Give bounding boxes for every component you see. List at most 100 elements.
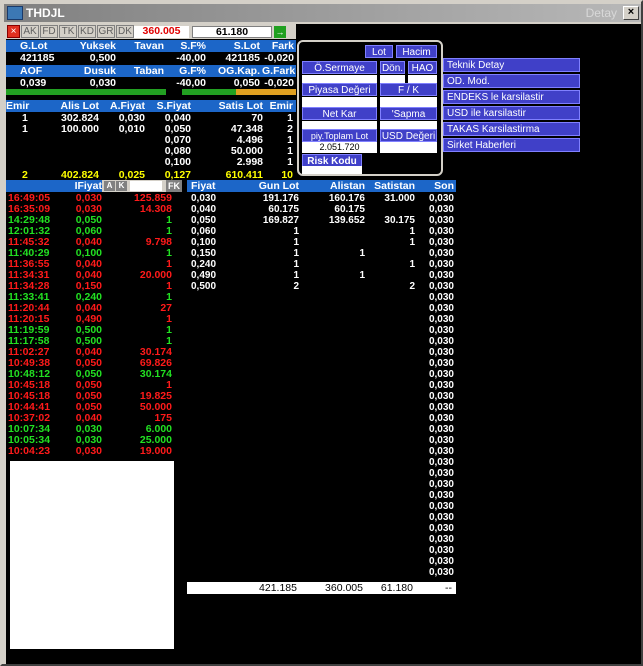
price-cell: 1 xyxy=(293,237,299,248)
app-icon xyxy=(7,6,23,20)
summary-cell: 421185 xyxy=(225,52,260,64)
menu-item-takas-karsilastirma[interactable]: TAKAS Karsilastirma xyxy=(443,122,580,136)
summary-cell: G.Lot xyxy=(20,40,48,52)
trades-empty-area xyxy=(10,461,174,649)
trade-lot: 20.000 xyxy=(139,269,172,281)
depth-cell: 1 xyxy=(22,112,28,124)
price-son-cell: 0,030 xyxy=(428,336,454,347)
summary-cell: Tavan xyxy=(134,40,164,52)
price-cell: 2 xyxy=(409,281,415,292)
trade-lot: 1 xyxy=(166,247,172,259)
lot-button[interactable]: Lot xyxy=(365,45,393,58)
summary-cell: Taban xyxy=(133,65,164,77)
go-arrow-icon[interactable]: → xyxy=(274,26,286,38)
hacim-button[interactable]: Hacim xyxy=(396,45,437,58)
price-header-son[interactable]: Son xyxy=(417,181,456,192)
menu-item-sirket-haberleri[interactable]: Sirket Haberleri xyxy=(443,138,580,152)
risk-kodu-value xyxy=(302,166,362,174)
price-son-cell: 0,030 xyxy=(428,457,454,468)
tab-kd[interactable]: KD xyxy=(78,25,96,38)
price-cell: 0,060 xyxy=(191,226,217,237)
menu-item-usd-ile-karsilastir[interactable]: USD ile karsilastir xyxy=(443,106,580,120)
summary-cell: 0,050 xyxy=(233,77,260,89)
tab-tk[interactable]: TK xyxy=(59,25,77,38)
fk-button[interactable]: F / K xyxy=(380,83,437,96)
price-total-cell: 421.185 xyxy=(259,582,297,594)
depth-cell: 2.998 xyxy=(236,156,263,168)
summary-cell: G.Fark xyxy=(262,65,296,77)
trades-header-fiyat[interactable]: IFiyat xyxy=(66,181,102,192)
price-cell: 191.176 xyxy=(262,193,299,204)
price-son-cell: 0,030 xyxy=(428,237,454,248)
price-son-cell: 0,030 xyxy=(428,479,454,490)
app-window: THDJL Detay × × AK FD TK KD GR DK 360.00… xyxy=(0,0,643,666)
piy-toplam-lot-value: 2.051.720 xyxy=(302,142,377,153)
menu-item-teknik-detay[interactable]: Teknik Detay xyxy=(443,58,580,72)
price-total-cell: 360.005 xyxy=(325,582,363,594)
price-son-cell: 0,030 xyxy=(428,490,454,501)
price-header-satistan[interactable]: Satistan xyxy=(367,181,417,192)
summary-cell: 0,500 xyxy=(89,52,116,64)
price-son-cell: 0,030 xyxy=(428,303,454,314)
price-cell: 0,490 xyxy=(191,270,217,281)
piy-toplam-lot-button[interactable]: piy.Toplam Lot xyxy=(302,129,377,142)
price-cell: 60.175 xyxy=(334,204,365,215)
price-cell: 169.827 xyxy=(262,215,299,226)
price-total-cell: -- xyxy=(445,582,452,594)
menu-item-endeks-le-karsilastir[interactable]: ENDEKS le karsilastir xyxy=(443,90,580,104)
tab-gr[interactable]: GR xyxy=(97,25,115,38)
price-header-gun-lot[interactable]: Gun Lot xyxy=(229,181,301,192)
summary-cell: 0,039 xyxy=(20,77,47,89)
usd-degeri-button[interactable]: USD Değeri xyxy=(380,129,437,142)
tab-dk[interactable]: DK xyxy=(116,25,134,38)
depth-header-s-fiyat: S.Fiyat xyxy=(156,100,191,112)
net-kar-button[interactable]: Net Kar xyxy=(302,107,377,120)
price-cell: 0,040 xyxy=(191,204,217,215)
menu-item-od-mod-[interactable]: OD. Mod. xyxy=(443,74,580,88)
trades-header-blank xyxy=(130,181,162,191)
depth-header-a-fiyat: A.Fiyat xyxy=(109,100,145,112)
tab-fd[interactable]: FD xyxy=(40,25,58,38)
price-cell: 1 xyxy=(293,226,299,237)
price-son-cell: 0,030 xyxy=(428,204,454,215)
sapma-button[interactable]: 'Sapma xyxy=(380,107,437,120)
don-button[interactable]: Dön. xyxy=(380,61,405,74)
trade-lot: 9.798 xyxy=(145,236,172,248)
price-son-cell: 0,030 xyxy=(428,248,454,259)
price-cell: 0,050 xyxy=(191,215,217,226)
close-toolbar-icon[interactable]: × xyxy=(7,25,20,38)
piyasa-degeri-button[interactable]: Piyasa Değeri xyxy=(302,83,377,96)
summary-cell xyxy=(118,77,166,89)
price-cell: 0,500 xyxy=(191,281,217,292)
price-cell: 1 xyxy=(409,259,415,270)
price-cell: 1 xyxy=(409,237,415,248)
toolbar-value-input[interactable]: 61.180 xyxy=(192,26,272,38)
summary-cell: -0,020 xyxy=(264,52,294,64)
price-cell: 160.176 xyxy=(328,193,365,204)
title-bar[interactable]: THDJL Detay × xyxy=(4,4,641,22)
price-son-cell: 0,030 xyxy=(428,435,454,446)
price-son-cell: 0,030 xyxy=(428,259,454,270)
trades-header-a[interactable]: A xyxy=(104,181,115,191)
price-cell: 1 xyxy=(359,248,365,259)
price-son-cell: 0,030 xyxy=(428,446,454,457)
price-cell: 1 xyxy=(359,270,365,281)
trades-header-fk[interactable]: FK xyxy=(166,180,182,192)
osermaye-button[interactable]: Ö.Sermaye xyxy=(302,61,377,74)
tab-ak[interactable]: AK xyxy=(21,25,39,38)
price-total-cell: 61.180 xyxy=(380,582,413,594)
price-cell: 0,150 xyxy=(191,248,217,259)
toolbar: × AK FD TK KD GR DK 360.005 61.180 → xyxy=(6,24,296,39)
price-son-cell: 0,030 xyxy=(428,369,454,380)
price-son-cell: 0,030 xyxy=(428,281,454,292)
price-header-alistan[interactable]: Alistan xyxy=(301,181,367,192)
summary-cell xyxy=(118,52,166,64)
price-header-fiyat[interactable]: Fiyat xyxy=(187,181,229,192)
hao-button[interactable]: HAO xyxy=(408,61,437,74)
trades-header-k[interactable]: K xyxy=(116,181,127,191)
price-son-cell: 0,030 xyxy=(428,358,454,369)
close-window-icon[interactable]: × xyxy=(623,6,639,20)
info-popup: Lot Hacim Ö.Sermaye Dön. HAO Piyasa Değe… xyxy=(297,40,443,176)
summary-cell: Dusuk xyxy=(83,65,116,77)
depth-cell: 100.000 xyxy=(61,123,99,135)
